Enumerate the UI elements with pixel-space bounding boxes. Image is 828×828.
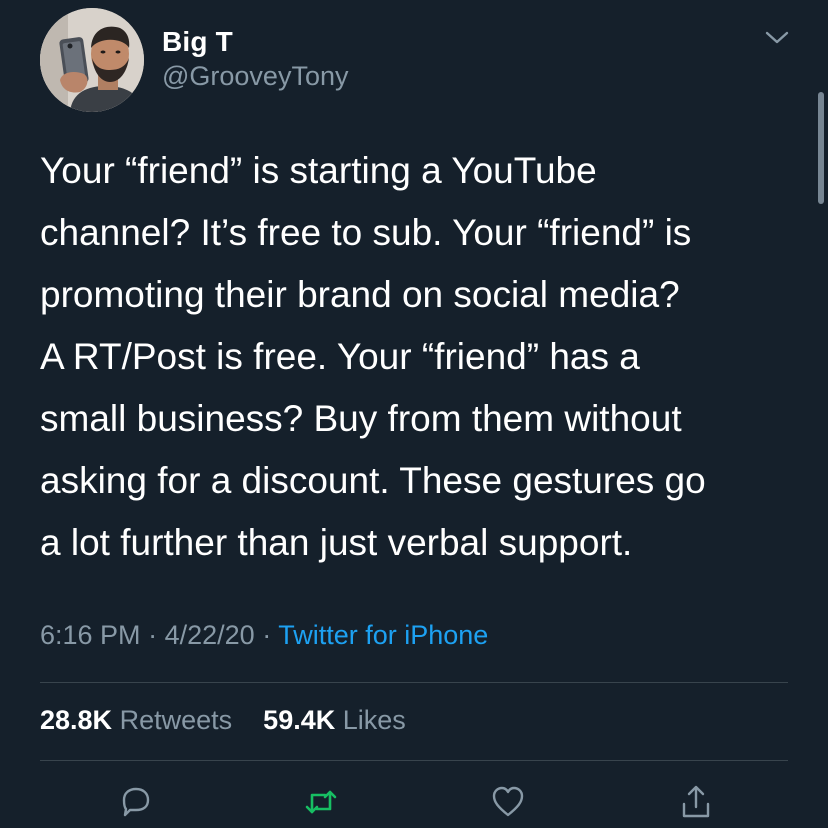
- profile-photo-icon: [40, 8, 144, 112]
- avatar[interactable]: [40, 8, 144, 112]
- retweet-icon: [305, 790, 337, 814]
- tweet-text-line: asking for a discount. These gestures go: [40, 460, 706, 501]
- tweet-meta: 6:16 PM · 4/22/20 · Twitter for iPhone: [40, 620, 488, 651]
- tweet-date: 4/22/20: [164, 620, 255, 650]
- comment-icon: [122, 787, 150, 817]
- tweet-text-line: small business? Buy from them without: [40, 398, 682, 439]
- likes-label: Likes: [342, 705, 406, 735]
- display-name[interactable]: Big T: [162, 26, 233, 58]
- retweet-button[interactable]: [301, 782, 341, 822]
- tweet-text: Your “friend” is starting a YouTube chan…: [40, 140, 810, 574]
- divider: [40, 760, 788, 761]
- tweet-text-line: channel? It’s free to sub. Your “friend”…: [40, 212, 692, 253]
- share-icon: [682, 785, 710, 818]
- retweets-stat[interactable]: 28.8K Retweets: [40, 705, 240, 735]
- likes-stat[interactable]: 59.4K Likes: [263, 705, 406, 735]
- retweets-label: Retweets: [119, 705, 233, 735]
- tweet-text-line: a lot further than just verbal support.: [40, 522, 633, 563]
- reply-button[interactable]: [116, 782, 156, 822]
- like-button[interactable]: [488, 782, 528, 822]
- tweet-time: 6:16 PM: [40, 620, 141, 650]
- tweet-detail: Big T @GrooveyTony Your “friend” is star…: [0, 0, 828, 828]
- tweet-stats: 28.8K Retweets 59.4K Likes: [40, 705, 406, 736]
- heart-icon: [492, 786, 524, 817]
- divider: [40, 682, 788, 683]
- meta-separator: ·: [148, 620, 158, 650]
- share-button[interactable]: [676, 782, 716, 822]
- scrollbar[interactable]: [818, 92, 824, 204]
- user-handle[interactable]: @GrooveyTony: [162, 61, 348, 92]
- chevron-down-icon[interactable]: [762, 28, 792, 48]
- tweet-text-line: A RT/Post is free. Your “friend” has a: [40, 336, 640, 377]
- likes-count: 59.4K: [263, 705, 336, 735]
- retweets-count: 28.8K: [40, 705, 113, 735]
- tweet-source-link[interactable]: Twitter for iPhone: [278, 620, 488, 650]
- tweet-text-line: Your “friend” is starting a YouTube: [40, 150, 597, 191]
- meta-separator: ·: [262, 620, 272, 650]
- tweet-text-line: promoting their brand on social media?: [40, 274, 680, 315]
